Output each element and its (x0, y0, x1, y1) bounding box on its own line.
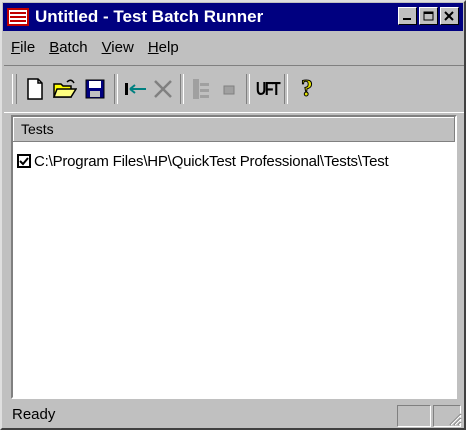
maximize-button[interactable] (419, 7, 438, 25)
help-button[interactable]: ? (294, 75, 320, 102)
test-path: C:\Program Files\HP\QuickTest Profession… (34, 152, 389, 170)
menu-bar: File Batch View Help (4, 33, 464, 61)
toolbar-grip[interactable] (12, 74, 17, 104)
run-button[interactable] (188, 76, 214, 102)
menu-file[interactable]: File (4, 39, 42, 56)
menu-batch[interactable]: Batch (42, 39, 94, 56)
title-bar[interactable]: Untitled - Test Batch Runner (3, 3, 463, 31)
remove-test-button[interactable] (150, 76, 176, 102)
checkmark-icon (19, 157, 29, 166)
toolbar-separator (284, 74, 288, 104)
close-icon (444, 11, 454, 21)
toolbar-separator (114, 74, 118, 104)
stop-button[interactable] (216, 76, 242, 102)
help-icon: ? (301, 75, 314, 102)
test-batch-runner-window: Untitled - Test Batch Runner File Batch … (0, 0, 466, 430)
menu-help[interactable]: Help (141, 39, 186, 56)
new-button[interactable] (22, 76, 48, 102)
status-text: Ready (12, 406, 56, 423)
save-button[interactable] (82, 76, 108, 102)
test-checkbox[interactable] (17, 154, 31, 168)
uft-button[interactable]: UFT (254, 76, 280, 102)
open-button[interactable] (52, 76, 78, 102)
status-panel (397, 405, 431, 427)
toolbar-separator (180, 74, 184, 104)
new-file-icon (27, 78, 43, 100)
list-item[interactable]: C:\Program Files\HP\QuickTest Profession… (17, 150, 389, 172)
status-bar: Ready (4, 402, 464, 428)
add-test-button[interactable] (122, 76, 148, 102)
remove-test-icon (154, 80, 172, 98)
run-icon (193, 79, 209, 99)
minimize-button[interactable] (398, 7, 417, 25)
stop-icon (223, 85, 235, 95)
close-button[interactable] (440, 7, 459, 25)
uft-icon: UFT (255, 78, 280, 99)
toolbar-separator (246, 74, 250, 104)
app-icon (7, 8, 29, 26)
toolbar: UFT ? (4, 65, 464, 113)
save-icon (85, 79, 105, 99)
tests-list[interactable]: Tests C:\Program Files\HP\QuickTest Prof… (11, 115, 457, 399)
tests-column-header[interactable]: Tests (13, 117, 455, 142)
resize-grip-icon[interactable] (446, 410, 462, 426)
add-test-icon (125, 83, 146, 95)
maximize-icon (423, 11, 434, 21)
minimize-icon (403, 18, 411, 20)
open-folder-icon (53, 79, 77, 98)
tests-header-label: Tests (21, 121, 54, 137)
window-title: Untitled - Test Batch Runner (35, 7, 264, 26)
menu-view[interactable]: View (95, 39, 141, 56)
